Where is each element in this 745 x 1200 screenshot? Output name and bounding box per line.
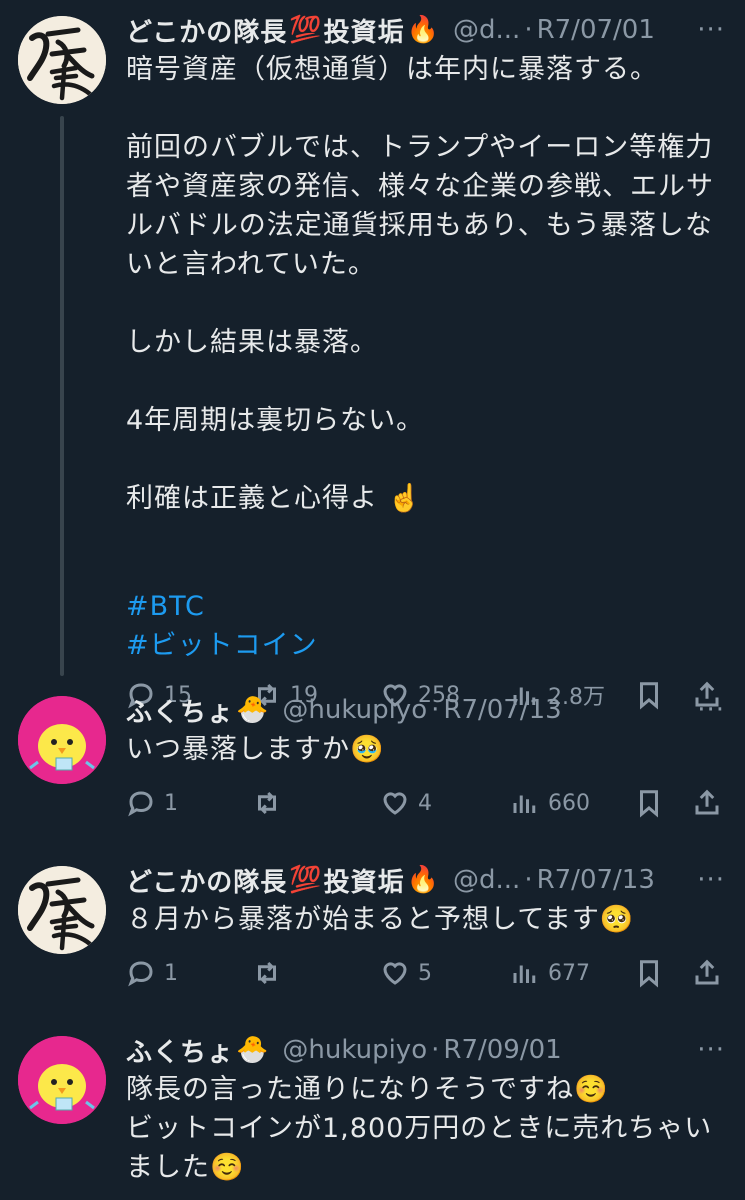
kanji-logo-icon: [18, 16, 106, 104]
tweet-date[interactable]: R7/09/01: [443, 1035, 561, 1065]
tweet-date[interactable]: R7/07/01: [537, 15, 655, 45]
hatching-chick-emoji: 🐣: [236, 695, 269, 725]
thread-line: [60, 116, 64, 676]
hashtag-btc[interactable]: #BTC: [126, 591, 205, 622]
hashtags: #BTC #ビットコイン: [126, 548, 725, 665]
user-handle[interactable]: @d...: [453, 865, 520, 895]
separator-dot: ·: [524, 865, 533, 895]
retweet-button[interactable]: [252, 958, 380, 988]
hundred-emoji: 💯: [289, 865, 322, 895]
tweet-text: 暗号資産（仮想通貨）は年内に暴落する。 前回のバブルでは、トランプやイーロン等権…: [126, 54, 714, 514]
bookmark-icon: [640, 960, 658, 988]
reply-count: 1: [164, 790, 178, 816]
tweet-date[interactable]: R7/07/13: [443, 695, 561, 725]
retweet-icon: [258, 791, 276, 815]
view-count: 660: [548, 790, 590, 816]
tweet-header: ふくちょ 🐣 @hukupiyo · R7/09/01 ···: [126, 1030, 725, 1070]
retweet-icon: [258, 961, 276, 985]
action-bar: 1 5 677: [126, 951, 725, 995]
more-options-icon[interactable]: ···: [697, 865, 725, 895]
like-count: 4: [418, 790, 432, 816]
reply-icon: [128, 961, 153, 987]
hundred-emoji: 💯: [289, 15, 322, 45]
display-name-suffix[interactable]: 投資垢: [324, 12, 405, 49]
views-chart-icon: [513, 965, 536, 983]
user-handle[interactable]: @hukupiyo: [282, 695, 427, 725]
chick-avatar-icon: [18, 696, 106, 784]
views-button[interactable]: 660: [510, 788, 634, 818]
tweet-header: どこかの隊長 💯 投資垢 🔥 @d... · R7/07/01 ···: [126, 10, 725, 50]
more-options-icon[interactable]: ···: [697, 695, 725, 725]
reply-button[interactable]: 1: [126, 788, 252, 818]
share-icon: [695, 959, 719, 985]
tweet-date[interactable]: R7/07/13: [537, 865, 655, 895]
more-options-icon[interactable]: ···: [697, 1035, 725, 1065]
separator-dot: ·: [431, 1035, 440, 1065]
display-name[interactable]: どこかの隊長: [126, 862, 287, 899]
tweet[interactable]: どこかの隊長 💯 投資垢 🔥 @d... · R7/07/01 ··· 暗号資産…: [0, 10, 745, 710]
user-handle[interactable]: @hukupiyo: [282, 1035, 427, 1065]
separator-dot: ·: [431, 695, 440, 725]
tweet-text: ８月から暴落が始まると予想してます🥺: [126, 904, 635, 935]
display-name[interactable]: ふくちょ: [126, 1032, 234, 1069]
bookmark-button[interactable]: [634, 788, 692, 818]
like-button[interactable]: 5: [380, 958, 510, 988]
reply-count: 1: [164, 960, 178, 986]
tweet[interactable]: ふくちょ 🐣 @hukupiyo · R7/07/13 ··· いつ暴落しますか…: [0, 690, 745, 830]
fire-emoji: 🔥: [406, 15, 439, 45]
display-name[interactable]: ふくちょ: [126, 692, 234, 729]
like-count: 5: [418, 960, 432, 986]
display-name-suffix[interactable]: 投資垢: [324, 862, 405, 899]
heart-icon: [383, 962, 407, 985]
like-button[interactable]: 4: [380, 788, 510, 818]
views-button[interactable]: 677: [510, 958, 634, 988]
share-button[interactable]: [692, 788, 722, 818]
tweet-header: どこかの隊長 💯 投資垢 🔥 @d... · R7/07/13 ···: [126, 860, 725, 900]
separator-dot: ·: [524, 15, 533, 45]
more-options-icon[interactable]: ···: [697, 15, 725, 45]
views-chart-icon: [513, 795, 536, 813]
avatar[interactable]: [18, 1036, 106, 1124]
bookmark-icon: [640, 790, 658, 818]
tweet-header: ふくちょ 🐣 @hukupiyo · R7/07/13 ···: [126, 690, 725, 730]
bookmark-button[interactable]: [634, 958, 692, 988]
share-button[interactable]: [692, 958, 722, 988]
action-bar: 1 4 660: [126, 781, 725, 825]
user-handle[interactable]: @d...: [453, 15, 520, 45]
share-icon: [695, 789, 719, 815]
heart-icon: [383, 792, 407, 815]
avatar[interactable]: [18, 16, 106, 104]
kanji-logo-icon: [18, 866, 106, 954]
fire-emoji: 🔥: [406, 865, 439, 895]
tweet[interactable]: ふくちょ 🐣 @hukupiyo · R7/09/01 ··· 隊長の言った通り…: [0, 1030, 745, 1200]
avatar[interactable]: [18, 866, 106, 954]
reply-button[interactable]: 1: [126, 958, 252, 988]
retweet-button[interactable]: [252, 788, 380, 818]
hatching-chick-emoji: 🐣: [236, 1035, 269, 1065]
tweet-text: いつ暴落しますか🥹: [126, 734, 385, 765]
display-name[interactable]: どこかの隊長: [126, 12, 287, 49]
hashtag-bitcoin[interactable]: #ビットコイン: [126, 630, 318, 661]
chick-avatar-icon: [18, 1036, 106, 1124]
avatar[interactable]: [18, 696, 106, 784]
tweet-text: 隊長の言った通りになりそうですね☺️ ビットコインが1,800万円のときに売れち…: [126, 1074, 713, 1183]
view-count: 677: [548, 960, 590, 986]
tweet[interactable]: どこかの隊長 💯 投資垢 🔥 @d... · R7/07/13 ··· ８月から…: [0, 860, 745, 1000]
reply-icon: [128, 791, 153, 817]
